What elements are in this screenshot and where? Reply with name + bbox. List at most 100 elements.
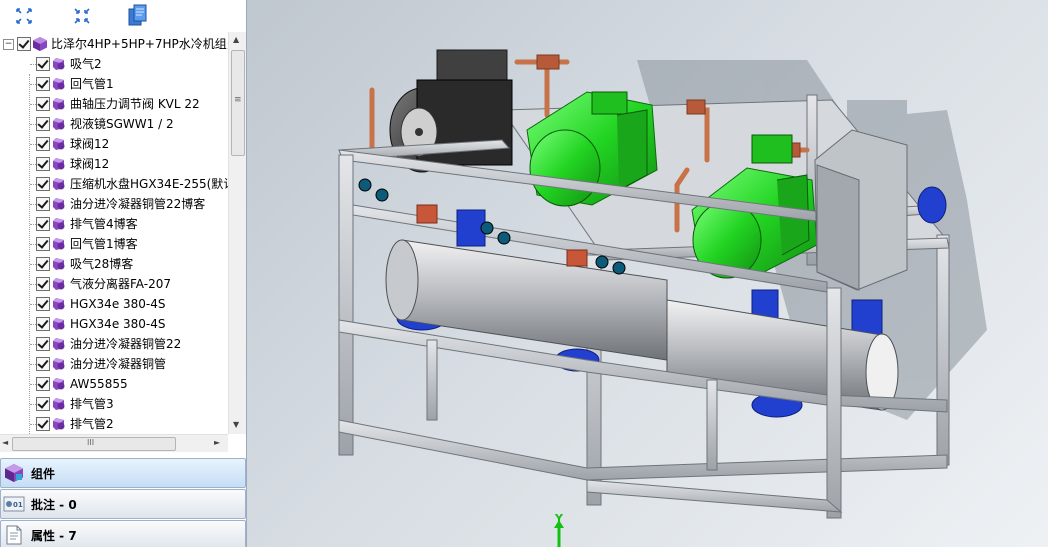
tree-item-row[interactable]: 球阀12 (0, 134, 228, 154)
model-tree-panel: − 比泽尔4HP+5HP+7HP水冷机组多 吸气2 回气管1 曲轴压力调节阀 KVL… (0, 0, 247, 547)
part-icon (53, 118, 65, 130)
3d-model-viewport[interactable]: Y (247, 0, 1048, 547)
tree-vertical-scrollbar[interactable]: ▲ ≡ ▼ (228, 32, 246, 434)
tree-item-row[interactable]: 油分进冷凝器铜管22博客 (0, 194, 228, 214)
tree-item-row[interactable]: 视液镜SGWW1 / 2 (0, 114, 228, 134)
visibility-checkbox[interactable] (36, 357, 50, 371)
tree-item-label: AW55855 (70, 377, 128, 391)
part-icon (53, 138, 65, 150)
tree-item-row[interactable]: AW55855 (0, 374, 228, 394)
expand-all-button[interactable] (12, 4, 36, 28)
tree-item-label: 油分进冷凝器铜管22 (70, 337, 182, 351)
visibility-checkbox[interactable] (36, 237, 50, 251)
tree-item-label: 视液镜SGWW1 / 2 (70, 117, 174, 131)
collapse-all-button[interactable] (70, 4, 94, 28)
part-icon (53, 58, 65, 70)
tree-item-label: 油分进冷凝器铜管22博客 (70, 197, 206, 211)
visibility-checkbox[interactable] (36, 217, 50, 231)
tree-item-label: 球阀12 (70, 157, 110, 171)
visibility-checkbox[interactable] (36, 177, 50, 191)
tree-item-label: 排气管2 (70, 417, 114, 431)
axis-y-label: Y (555, 512, 563, 525)
scroll-left-arrow[interactable]: ◄ (2, 438, 8, 447)
visibility-checkbox[interactable] (36, 337, 50, 351)
part-icon (53, 218, 65, 230)
tree-item-label: 曲轴压力调节阀 KVL 22 (70, 97, 200, 111)
tree-toolbar (0, 0, 246, 32)
properties-panel-label: 属性 - 7 (31, 528, 77, 543)
horizontal-scroll-thumb[interactable]: III (12, 437, 176, 451)
annotation-icon: 01 (3, 493, 25, 515)
part-icon (53, 98, 65, 110)
collapse-all-icon (74, 8, 90, 24)
tree-item-label: 排气管3 (70, 397, 114, 411)
part-icon (53, 278, 65, 290)
tree-item-label: 回气管1 (70, 77, 114, 91)
tree-item-row[interactable]: 压缩机水盘HGX34E-255(默认 (0, 174, 228, 194)
scroll-down-arrow[interactable]: ▼ (233, 420, 239, 429)
part-icon (53, 398, 65, 410)
collapse-toggle[interactable]: − (3, 39, 14, 50)
copy-icon (128, 4, 147, 26)
properties-icon (3, 524, 25, 546)
part-icon (53, 418, 65, 430)
tree-item-row[interactable]: HGX34e 380-4S (0, 314, 228, 334)
copy-button[interactable] (126, 4, 150, 28)
scroll-up-arrow[interactable]: ▲ (233, 35, 239, 44)
tree-root-label: 比泽尔4HP+5HP+7HP水冷机组多 (51, 37, 228, 51)
tree-item-row[interactable]: 回气管1 (0, 74, 228, 94)
annotations-panel-header[interactable]: 01 批注 - 0 (0, 489, 246, 519)
visibility-checkbox[interactable] (36, 377, 50, 391)
tree-item-row[interactable]: 排气管2 (0, 414, 228, 434)
components-panel-label: 组件 (31, 466, 56, 481)
tree-item-row[interactable]: 排气管3 (0, 394, 228, 414)
visibility-checkbox[interactable] (36, 157, 50, 171)
electrical-control-box (814, 129, 908, 291)
visibility-checkbox[interactable] (36, 137, 50, 151)
visibility-checkbox[interactable] (36, 97, 50, 111)
part-icon (53, 378, 65, 390)
tree-item-row[interactable]: 吸气28博客 (0, 254, 228, 274)
visibility-checkbox[interactable] (36, 77, 50, 91)
tree-item-row[interactable]: 油分进冷凝器铜管22 (0, 334, 228, 354)
tree-root-row[interactable]: − 比泽尔4HP+5HP+7HP水冷机组多 (0, 34, 228, 54)
tree-item-label: HGX34e 380-4S (70, 317, 166, 331)
tree-item-row[interactable]: 气液分离器FA-207 (0, 274, 228, 294)
tree-item-row[interactable]: 曲轴压力调节阀 KVL 22 (0, 94, 228, 114)
part-icon (53, 178, 65, 190)
components-panel-header[interactable]: 组件 (0, 458, 246, 488)
coordinate-axis-indicator: Y (547, 512, 577, 547)
part-icon (53, 78, 65, 90)
tree-item-label: 吸气2 (70, 57, 102, 71)
visibility-checkbox[interactable] (36, 397, 50, 411)
svg-text:01: 01 (13, 501, 23, 509)
annotations-panel-label: 批注 - 0 (31, 497, 77, 512)
visibility-checkbox[interactable] (36, 257, 50, 271)
tree-item-label: HGX34e 380-4S (70, 297, 166, 311)
tree-item-row[interactable]: 球阀12 (0, 154, 228, 174)
visibility-checkbox[interactable] (36, 417, 50, 431)
part-icon (53, 198, 65, 210)
hthumb-grip: III (87, 438, 95, 447)
visibility-checkbox[interactable] (36, 317, 50, 331)
feature-tree: − 比泽尔4HP+5HP+7HP水冷机组多 吸气2 回气管1 曲轴压力调节阀 KVL… (0, 32, 228, 434)
properties-panel-header[interactable]: 属性 - 7 (0, 520, 246, 547)
tree-item-row[interactable]: 回气管1博客 (0, 234, 228, 254)
tree-item-row[interactable]: 吸气2 (0, 54, 228, 74)
tree-item-row[interactable]: 油分进冷凝器铜管 (0, 354, 228, 374)
visibility-checkbox[interactable] (36, 277, 50, 291)
visibility-checkbox[interactable] (36, 117, 50, 131)
tree-horizontal-scrollbar[interactable]: ◄ III ► (0, 434, 228, 452)
tree-item-label: 油分进冷凝器铜管 (70, 357, 167, 371)
visibility-checkbox[interactable] (36, 297, 50, 311)
vertical-scroll-thumb[interactable]: ≡ (231, 50, 245, 156)
tree-item-row[interactable]: 排气管4博客 (0, 214, 228, 234)
tree-item-label: 气液分离器FA-207 (70, 277, 171, 291)
tree-item-row[interactable]: HGX34e 380-4S (0, 294, 228, 314)
root-visibility-checkbox[interactable] (17, 37, 31, 51)
visibility-checkbox[interactable] (36, 57, 50, 71)
visibility-checkbox[interactable] (36, 197, 50, 211)
scroll-right-arrow[interactable]: ► (214, 438, 220, 447)
thumb-grip: ≡ (234, 95, 242, 105)
assembly-icon (33, 37, 47, 51)
